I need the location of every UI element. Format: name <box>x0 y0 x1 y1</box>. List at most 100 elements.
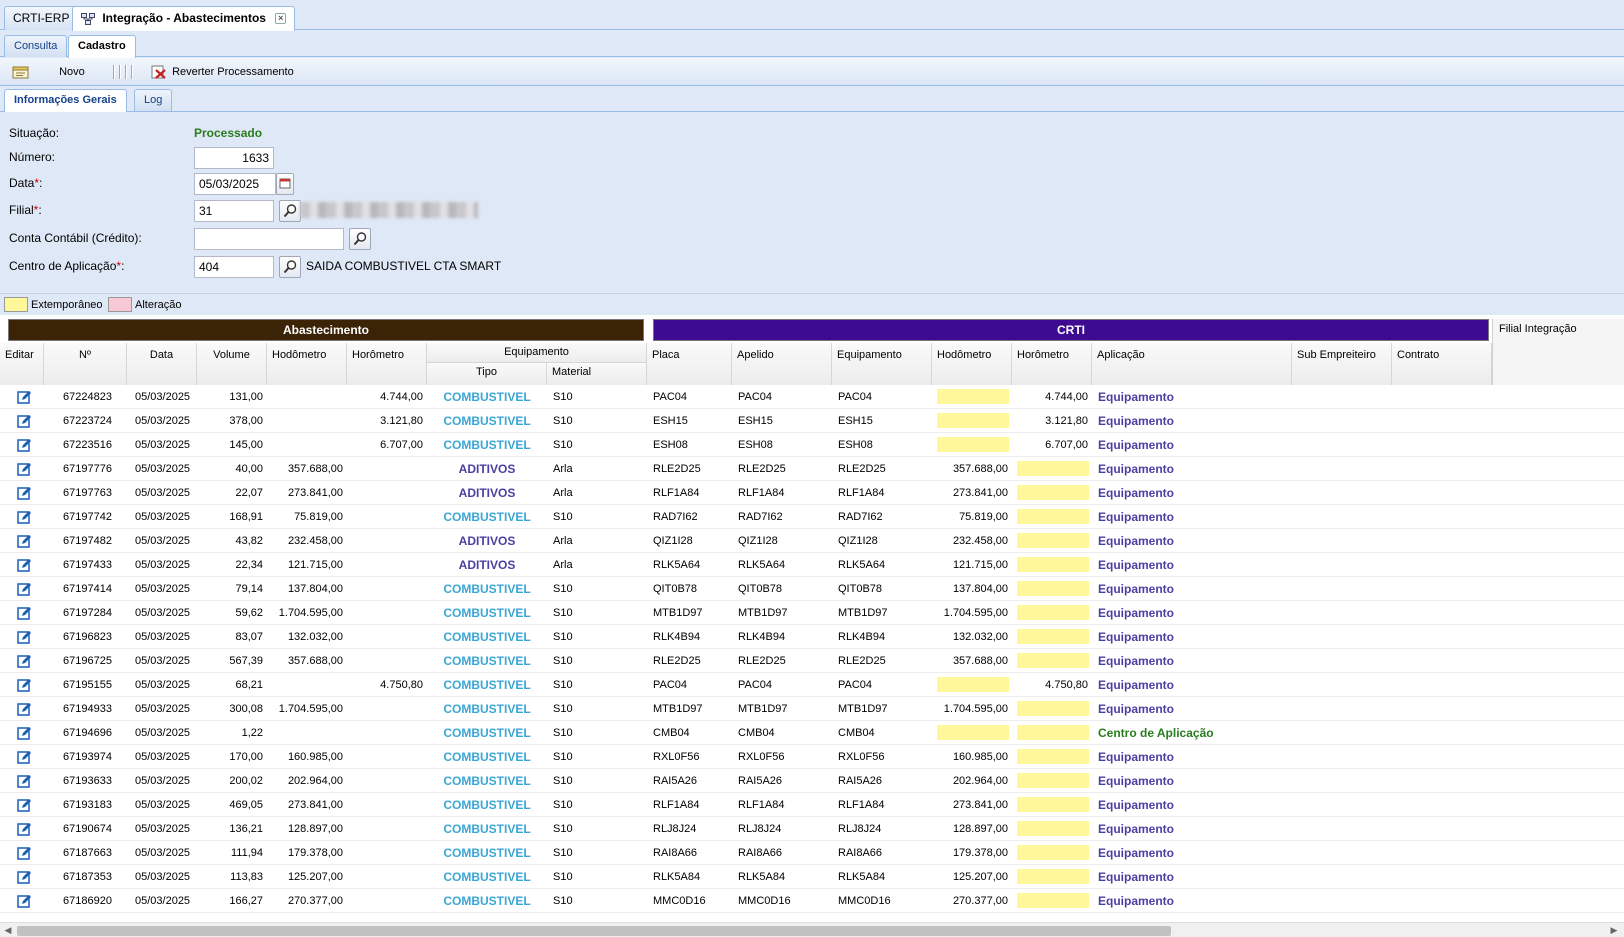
edit-icon[interactable] <box>17 678 32 693</box>
scroll-right-icon[interactable]: ▶ <box>1608 924 1620 936</box>
edit-icon[interactable] <box>17 870 32 885</box>
table-row[interactable]: 67187353 05/03/2025 113,83 125.207,00 COMBUS… <box>0 865 1624 889</box>
column-header-horometro[interactable]: Horômetro <box>347 343 427 385</box>
column-header-aplicacao[interactable]: Aplicação <box>1092 343 1292 385</box>
cell-crti-equipamento: RLK5A64 <box>838 559 886 571</box>
column-header-crti-equipamento[interactable]: Equipamento <box>832 343 932 385</box>
filial-field[interactable] <box>194 200 274 222</box>
column-header-apelido[interactable]: Apelido <box>732 343 832 385</box>
table-row[interactable]: 67194696 05/03/2025 1,22 COMBUSTIVEL S10 CMB0… <box>0 721 1624 745</box>
cell-crti-horometro <box>1012 553 1092 577</box>
numero-field[interactable] <box>194 147 274 169</box>
column-header-crti-horometro[interactable]: Horômetro <box>1012 343 1092 385</box>
cell-crti-horometro <box>1012 601 1092 625</box>
edit-icon[interactable] <box>17 510 32 525</box>
filial-search-button[interactable] <box>279 200 301 222</box>
cell-aplicacao: Equipamento <box>1098 438 1175 452</box>
cell-volume: 83,07 <box>235 631 263 643</box>
edit-icon[interactable] <box>17 462 32 477</box>
column-header-numero[interactable]: Nº <box>44 343 127 385</box>
column-header-editar[interactable]: Editar <box>0 343 44 385</box>
tab-integracao-abastecimentos[interactable]: Integração - Abastecimentos × <box>72 6 296 31</box>
table-row[interactable]: 67197284 05/03/2025 59,62 1.704.595,00 COMBU… <box>0 601 1624 625</box>
calendar-button[interactable] <box>276 173 294 195</box>
table-row[interactable]: 67224823 05/03/2025 131,00 4.744,00 COMBUSTI… <box>0 385 1624 409</box>
column-header-sub-empreiteiro[interactable]: Sub Empreiteiro <box>1292 343 1392 385</box>
column-header-volume[interactable]: Volume <box>197 343 267 385</box>
revert-processing-button[interactable]: Reverter Processamento <box>147 62 298 82</box>
edit-icon[interactable] <box>17 846 32 861</box>
cell-hodometro <box>267 433 347 457</box>
horizontal-scrollbar[interactable]: ◀ ▶ <box>0 922 1624 937</box>
table-row[interactable]: 67197742 05/03/2025 168,91 75.819,00 COMBUST… <box>0 505 1624 529</box>
centro-aplicacao-field[interactable] <box>194 256 274 278</box>
scrollbar-thumb[interactable] <box>17 926 1171 936</box>
cell-hodometro: 202.964,00 <box>287 775 343 787</box>
table-row[interactable]: 67194933 05/03/2025 300,08 1.704.595,00 COMB… <box>0 697 1624 721</box>
cell-tipo: COMBUSTIVEL <box>443 702 531 716</box>
conta-search-button[interactable] <box>349 228 371 250</box>
edit-icon[interactable] <box>17 582 32 597</box>
table-row[interactable]: 67187663 05/03/2025 111,94 179.378,00 COMBUS… <box>0 841 1624 865</box>
column-header-material[interactable]: Material <box>547 363 647 385</box>
edit-icon[interactable] <box>17 534 32 549</box>
cell-volume: 136,21 <box>229 823 263 835</box>
cell-volume: 170,00 <box>229 751 263 763</box>
column-header-tipo[interactable]: Tipo <box>427 363 547 385</box>
table-row[interactable]: 67193633 05/03/2025 200,02 202.964,00 COMBUS… <box>0 769 1624 793</box>
table-row[interactable]: 67223516 05/03/2025 145,00 6.707,00 COMBUSTI… <box>0 433 1624 457</box>
table-row[interactable]: 67197414 05/03/2025 79,14 137.804,00 COMBUST… <box>0 577 1624 601</box>
edit-icon[interactable] <box>17 726 32 741</box>
edit-icon[interactable] <box>17 774 32 789</box>
scroll-left-icon[interactable]: ◀ <box>2 924 14 936</box>
edit-icon[interactable] <box>17 438 32 453</box>
column-header-contrato[interactable]: Contrato <box>1392 343 1492 385</box>
edit-icon[interactable] <box>17 486 32 501</box>
edit-icon[interactable] <box>17 654 32 669</box>
column-header-placa[interactable]: Placa <box>647 343 732 385</box>
column-header-crti-hodometro[interactable]: Hodômetro <box>932 343 1012 385</box>
edit-icon[interactable] <box>17 606 32 621</box>
data-field[interactable] <box>194 173 276 195</box>
edit-icon[interactable] <box>17 390 32 405</box>
column-header-filial-integracao[interactable]: Filial Integração <box>1492 319 1624 385</box>
table-row[interactable]: 67196823 05/03/2025 83,07 132.032,00 COMBUST… <box>0 625 1624 649</box>
centro-search-button[interactable] <box>279 256 301 278</box>
column-header-data[interactable]: Data <box>127 343 197 385</box>
cell-hodometro: 179.378,00 <box>287 847 343 859</box>
table-row[interactable]: 67193974 05/03/2025 170,00 160.985,00 COMBUS… <box>0 745 1624 769</box>
edit-icon[interactable] <box>17 558 32 573</box>
table-row[interactable]: 67197433 05/03/2025 22,34 121.715,00 ADITIVO… <box>0 553 1624 577</box>
table-row[interactable]: 67186920 05/03/2025 166,27 270.377,00 COMBUS… <box>0 889 1624 913</box>
cell-data: 05/03/2025 <box>135 535 191 547</box>
tab-cadastro[interactable]: Cadastro <box>68 35 136 58</box>
edit-icon[interactable] <box>17 414 32 429</box>
table-row[interactable]: 67197763 05/03/2025 22,07 273.841,00 ADITIVO… <box>0 481 1624 505</box>
table-row[interactable]: 67195155 05/03/2025 68,21 4.750,80 COMBUSTIV… <box>0 673 1624 697</box>
label-colon: : <box>39 176 43 190</box>
table-row[interactable]: 67197482 05/03/2025 43,82 232.458,00 ADITIVO… <box>0 529 1624 553</box>
table-row[interactable]: 67193183 05/03/2025 469,05 273.841,00 COMBUS… <box>0 793 1624 817</box>
table-row[interactable]: 67196725 05/03/2025 567,39 357.688,00 COMBUS… <box>0 649 1624 673</box>
edit-icon[interactable] <box>17 894 32 909</box>
edit-icon[interactable] <box>17 750 32 765</box>
table-row[interactable]: 67223724 05/03/2025 378,00 3.121,80 COMBUSTI… <box>0 409 1624 433</box>
edit-icon[interactable] <box>17 822 32 837</box>
edit-icon[interactable] <box>17 702 32 717</box>
cell-material: S10 <box>553 775 573 787</box>
tab-crti-erp[interactable]: CRTI-ERP <box>4 6 79 30</box>
cell-horometro <box>347 841 427 865</box>
tab-log[interactable]: Log <box>134 89 173 111</box>
tab-informacoes-gerais[interactable]: Informações Gerais <box>4 89 127 112</box>
conta-contabil-field[interactable] <box>194 228 344 250</box>
close-icon[interactable]: × <box>275 13 287 25</box>
table-row[interactable]: 67190674 05/03/2025 136,21 128.897,00 COMBUS… <box>0 817 1624 841</box>
edit-icon[interactable] <box>17 798 32 813</box>
cell-tipo: COMBUSTIVEL <box>443 510 531 524</box>
column-header-hodometro[interactable]: Hodômetro <box>267 343 347 385</box>
edit-icon[interactable] <box>17 630 32 645</box>
table-row[interactable]: 67197776 05/03/2025 40,00 357.688,00 ADITIVO… <box>0 457 1624 481</box>
situacao-label: Situação: <box>9 126 60 140</box>
tab-consulta[interactable]: Consulta <box>4 35 68 57</box>
new-button[interactable]: Novo <box>8 62 89 82</box>
